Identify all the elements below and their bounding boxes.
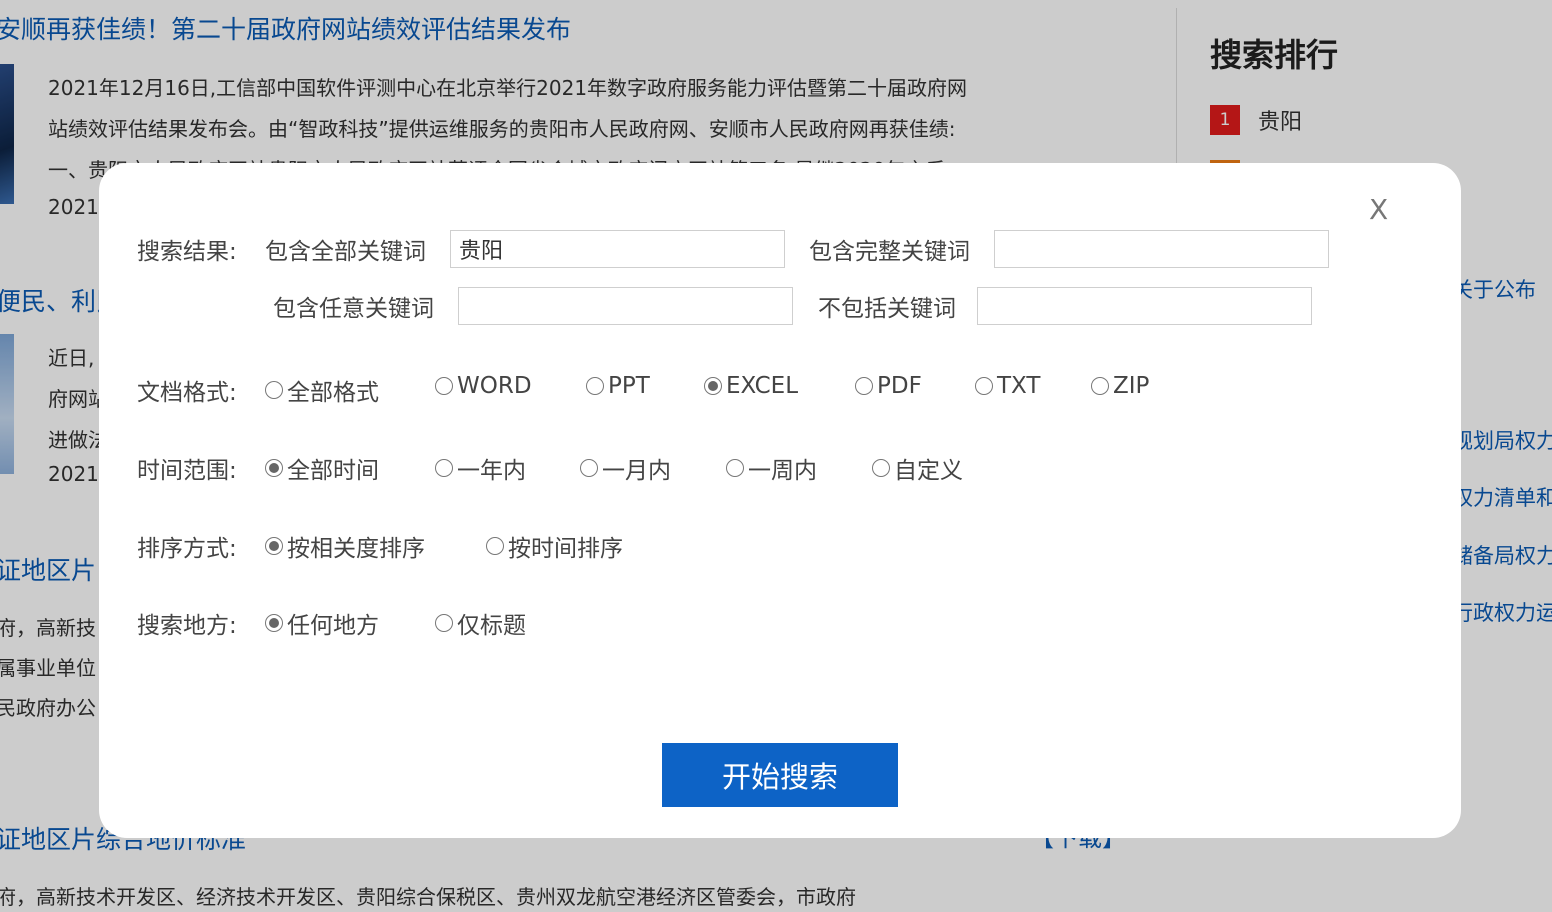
radio-icon <box>435 459 453 477</box>
radio-icon <box>1091 377 1109 395</box>
exact-keywords-input[interactable] <box>994 230 1329 268</box>
radio-icon <box>580 459 598 477</box>
search-results-label: 搜索结果: <box>137 239 237 265</box>
option-label: 按时间排序 <box>508 536 623 562</box>
exclude-keywords-input[interactable] <box>977 287 1312 325</box>
option-label: 仅标题 <box>457 613 526 639</box>
radio-icon <box>265 614 283 632</box>
radio-icon <box>855 377 873 395</box>
option-label: TXT <box>997 373 1041 399</box>
radio-icon <box>726 459 744 477</box>
exclude-keywords-label: 不包括关键词 <box>818 296 956 322</box>
radio-icon <box>435 377 453 395</box>
option-label: 全部时间 <box>287 458 379 484</box>
time-option-all[interactable]: 全部时间 <box>265 451 379 485</box>
option-label: 自定义 <box>894 458 963 484</box>
format-label: 文档格式: <box>137 380 237 406</box>
format-option-excel[interactable]: EXCEL <box>704 373 798 399</box>
radio-icon <box>586 377 604 395</box>
start-search-button[interactable]: 开始搜索 <box>662 743 898 807</box>
option-label: PPT <box>608 373 650 399</box>
radio-icon <box>872 459 890 477</box>
time-option-week[interactable]: 一周内 <box>726 451 817 485</box>
option-label: 一周内 <box>748 458 817 484</box>
format-option-pdf[interactable]: PDF <box>855 373 922 399</box>
place-option-title-only[interactable]: 仅标题 <box>435 606 526 640</box>
radio-icon <box>265 537 283 555</box>
option-label: PDF <box>877 373 922 399</box>
place-option-anywhere[interactable]: 任何地方 <box>265 606 379 640</box>
sort-option-relevance[interactable]: 按相关度排序 <box>265 529 425 563</box>
sort-label: 排序方式: <box>137 536 237 562</box>
time-range-label: 时间范围: <box>137 458 237 484</box>
option-label: 任何地方 <box>287 613 379 639</box>
exact-keywords-label: 包含完整关键词 <box>809 239 970 265</box>
format-option-word[interactable]: WORD <box>435 373 532 399</box>
search-place-label: 搜索地方: <box>137 613 237 639</box>
radio-icon <box>486 537 504 555</box>
option-label: ZIP <box>1113 373 1150 399</box>
option-label: 一年内 <box>457 458 526 484</box>
radio-icon <box>704 377 722 395</box>
any-keywords-label: 包含任意关键词 <box>273 296 434 322</box>
option-label: 一月内 <box>602 458 671 484</box>
close-button[interactable]: X <box>1369 193 1388 226</box>
all-keywords-label: 包含全部关键词 <box>265 239 426 265</box>
sort-option-time[interactable]: 按时间排序 <box>486 529 623 563</box>
format-option-ppt[interactable]: PPT <box>586 373 650 399</box>
option-label: 全部格式 <box>287 380 379 406</box>
option-label: WORD <box>457 373 532 399</box>
time-option-month[interactable]: 一月内 <box>580 451 671 485</box>
advanced-search-dialog: X 搜索结果: 包含全部关键词 包含完整关键词 包含任意关键词 不包括关键词 文… <box>99 163 1461 838</box>
format-option-all[interactable]: 全部格式 <box>265 373 379 407</box>
radio-icon <box>975 377 993 395</box>
format-option-zip[interactable]: ZIP <box>1091 373 1149 399</box>
radio-icon <box>265 381 283 399</box>
any-keywords-input[interactable] <box>458 287 793 325</box>
time-option-custom[interactable]: 自定义 <box>872 451 963 485</box>
radio-icon <box>265 459 283 477</box>
option-label: EXCEL <box>726 373 799 399</box>
option-label: 按相关度排序 <box>287 536 425 562</box>
time-option-year[interactable]: 一年内 <box>435 451 526 485</box>
all-keywords-input[interactable] <box>450 230 785 268</box>
radio-icon <box>435 614 453 632</box>
format-option-txt[interactable]: TXT <box>975 373 1040 399</box>
